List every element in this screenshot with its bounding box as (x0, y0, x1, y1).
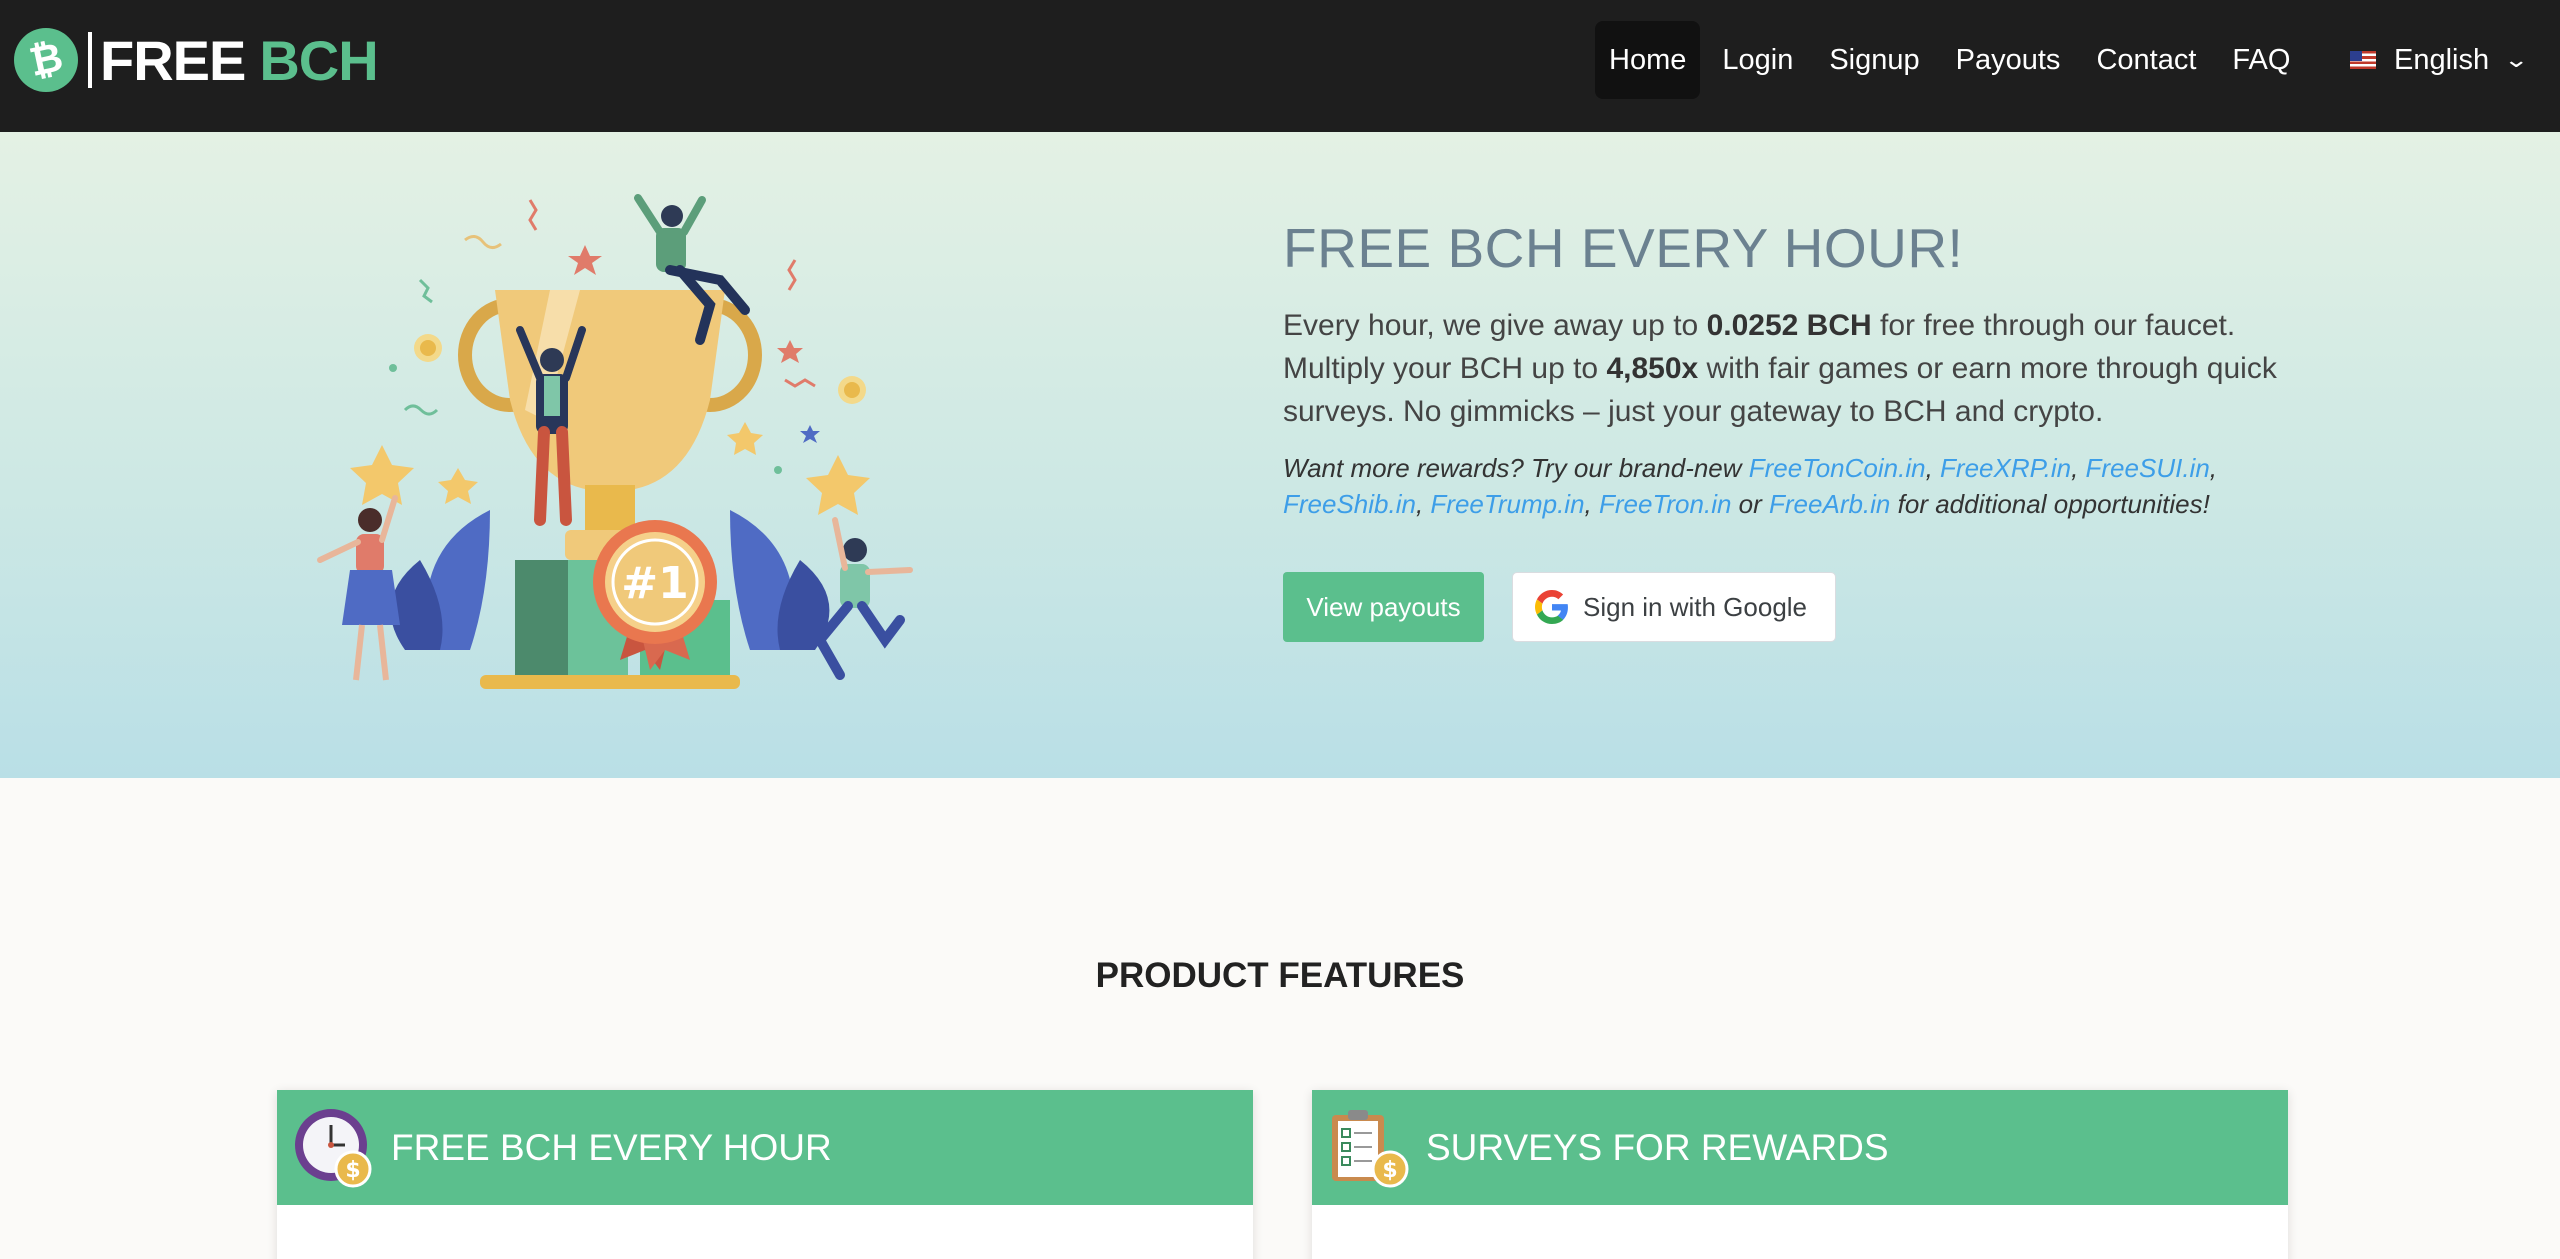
feature-card-title: SURVEYS FOR REWARDS (1426, 1126, 1889, 1168)
hero-title: FREE BCH EVERY HOUR! (1283, 217, 1964, 279)
feature-card-surveys: $ SURVEYS FOR REWARDS (1312, 1090, 2288, 1259)
link-freesui[interactable]: FreeSUI.in (2086, 453, 2210, 483)
nav-signup[interactable]: Signup (1815, 21, 1933, 99)
brand-logo[interactable]: ₿ FREE BCH (14, 27, 379, 93)
sep: , (1925, 453, 1941, 483)
link-freetron[interactable]: FreeTron.in (1599, 489, 1731, 519)
link-freetrump[interactable]: FreeTrump.in (1430, 489, 1584, 519)
link-freetoncoin[interactable]: FreeTonCoin.in (1749, 453, 1926, 483)
features-title: PRODUCT FEATURES (1095, 956, 1465, 995)
clipboard-checklist-icon: $ (1332, 1109, 1409, 1187)
google-icon (1535, 590, 1568, 624)
language-dropdown[interactable]: English ⌄ (2350, 21, 2530, 99)
clock-coin-icon: $ (295, 1108, 372, 1187)
link-freearb[interactable]: FreeArb.in (1769, 489, 1890, 519)
hero-partner-note: Want more rewards? Try our brand-new Fre… (1283, 450, 2323, 522)
feature-card-header: $ SURVEYS FOR REWARDS (1312, 1090, 2288, 1205)
nav-payouts[interactable]: Payouts (1942, 21, 2075, 99)
language-label: English (2394, 43, 2490, 76)
hero-amount: 0.0252 BCH (1706, 309, 1872, 342)
nav-contact[interactable]: Contact (2082, 21, 2210, 99)
svg-text:$: $ (1382, 1158, 1397, 1183)
sep-or: or (1731, 489, 1770, 519)
brand-divider (88, 32, 92, 88)
google-signin-button[interactable]: Sign in with Google (1512, 572, 1836, 642)
note-suffix: for additional opportunities! (1890, 489, 2210, 519)
brand-coin-symbol: ₿ (25, 34, 67, 86)
hero-section: #1 FREE BCH EVERY HOUR! Every hour, we g… (0, 132, 2560, 778)
nav-faq[interactable]: FAQ (2218, 21, 2304, 99)
svg-text:$: $ (345, 1158, 360, 1183)
hero-desc-part-1: Every hour, we give away up to (1283, 309, 1707, 342)
link-freeshib[interactable]: FreeShib.in (1283, 489, 1416, 519)
feature-card-free-bch: $ FREE BCH EVERY HOUR (277, 1090, 1253, 1259)
link-freexrp[interactable]: FreeXRP.in (1940, 453, 2071, 483)
main-nav: Home Login Signup Payouts Contact FAQ (1595, 21, 2304, 99)
svg-text:#1: #1 (621, 558, 688, 609)
nav-home[interactable]: Home (1595, 21, 1701, 99)
feature-card-title: FREE BCH EVERY HOUR (391, 1126, 832, 1168)
navbar: ₿ FREE BCH Home Login Signup Payouts Con… (0, 0, 2560, 132)
sep: , (1584, 489, 1599, 519)
sep: , (1415, 489, 1431, 519)
chevron-down-icon: ⌄ (2503, 47, 2530, 72)
feature-card-header: $ FREE BCH EVERY HOUR (277, 1090, 1253, 1205)
sep: , (2071, 453, 2086, 483)
sep: , (2209, 453, 2218, 483)
view-payouts-button[interactable]: View payouts (1283, 572, 1484, 642)
bitcoin-cash-logo-icon: ₿ (14, 28, 78, 92)
google-signin-label: Sign in with Google (1583, 591, 1808, 622)
brand-text-bch: BCH (259, 28, 378, 92)
brand-text-free: FREE (100, 28, 246, 92)
note-prefix: Want more rewards? Try our brand-new (1283, 453, 1749, 483)
nav-login[interactable]: Login (1708, 21, 1807, 99)
us-flag-icon (2350, 51, 2376, 69)
trophy-celebration-illustration: #1 (317, 194, 913, 689)
hero-description: Every hour, we give away up to 0.0252 BC… (1283, 304, 2323, 433)
hero-multiplier: 4,850x (1606, 352, 1699, 385)
